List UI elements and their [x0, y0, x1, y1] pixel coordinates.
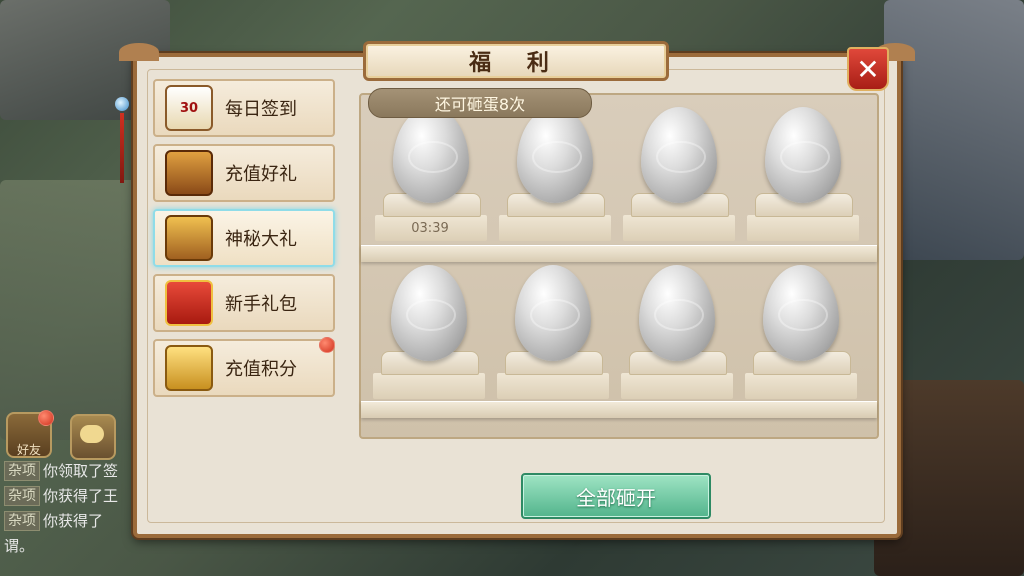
chat-tag: 杂项 [4, 510, 40, 531]
tab-recharge-points[interactable]: 充值积分 [153, 337, 335, 397]
friend-notification-dot [38, 410, 54, 426]
egg-slot[interactable] [497, 265, 609, 400]
gold-pile-icon [165, 345, 213, 391]
remaining-smashes-plate: 还可砸蛋8次 [368, 88, 592, 118]
close-icon: ✕ [856, 52, 880, 86]
welfare-panel: 福 利 ✕ 30 每日签到 充值好礼 神秘大礼 新手礼包 充值积分 03:39 … [115, 41, 915, 538]
chat-tail: 谓。 [4, 537, 35, 555]
egg-display: 03:39 [359, 93, 879, 439]
shelf-bottom [361, 401, 877, 418]
title-plate: 福 利 [363, 41, 669, 81]
egg-slot[interactable] [621, 265, 733, 400]
calendar-check-icon: 30 [165, 85, 213, 131]
tab-label: 充值积分 [225, 359, 297, 380]
silver-egg[interactable] [639, 265, 715, 361]
chat-line: 杂项 你领取了签 [4, 458, 144, 483]
chat-bubble-button[interactable] [70, 414, 116, 460]
gift-box-icon [165, 280, 213, 326]
tab-newbie-pack[interactable]: 新手礼包 [153, 274, 335, 332]
egg-slot[interactable] [747, 107, 859, 242]
silver-egg[interactable] [641, 107, 717, 203]
silver-egg[interactable] [763, 265, 839, 361]
chat-bubble-icon [80, 425, 104, 443]
tab-daily-checkin[interactable]: 30 每日签到 [153, 79, 335, 137]
reward-tabs: 30 每日签到 充值好礼 神秘大礼 新手礼包 充值积分 [153, 79, 335, 404]
corner-ornament-left [119, 43, 159, 61]
silver-egg[interactable] [393, 107, 469, 203]
chat-log: 杂项 你领取了签 杂项 你获得了王 杂项 你获得了 谓。 [4, 458, 144, 556]
silver-egg[interactable] [765, 107, 841, 203]
egg-timer: 03:39 [411, 221, 449, 236]
silver-egg[interactable] [515, 265, 591, 361]
egg-slot[interactable] [745, 265, 857, 400]
chat-text: 你获得了 [43, 512, 104, 530]
notification-dot [319, 337, 335, 353]
smash-all-label: 全部砸开 [576, 485, 656, 510]
shelf-top [361, 245, 877, 262]
chat-text: 你获得了王 [43, 487, 119, 505]
tab-label: 每日签到 [225, 99, 297, 120]
panel-title: 福 利 [469, 51, 563, 76]
egg-slot[interactable] [373, 265, 485, 400]
tab-label: 充值好礼 [225, 164, 297, 185]
tab-recharge-gift[interactable]: 充值好礼 [153, 144, 335, 202]
chat-line: 杂项 你获得了王 [4, 483, 144, 508]
chat-line: 杂项 你获得了 [4, 508, 144, 533]
silver-egg[interactable] [517, 107, 593, 203]
close-button[interactable]: ✕ [847, 47, 889, 91]
egg-slot[interactable] [623, 107, 735, 242]
tab-mystery-gift[interactable]: 神秘大礼 [153, 209, 335, 267]
treasure-chest-icon [165, 150, 213, 196]
friend-button[interactable]: 好友 [6, 410, 54, 458]
friend-label: 好友 [16, 443, 41, 457]
silver-egg[interactable] [391, 265, 467, 361]
tab-label: 神秘大礼 [225, 229, 297, 250]
egg-slot[interactable] [499, 107, 611, 242]
chat-tag: 杂项 [4, 460, 40, 481]
smash-all-button[interactable]: 全部砸开 [521, 473, 711, 519]
egg-slot[interactable]: 03:39 [375, 107, 487, 242]
background-ground [0, 180, 150, 440]
chat-tag: 杂项 [4, 485, 40, 506]
remaining-smashes-text: 还可砸蛋8次 [434, 95, 526, 114]
background-building-right [884, 0, 1024, 260]
golden-chest-icon [165, 215, 213, 261]
chat-text: 你领取了签 [43, 462, 119, 480]
tassel-ornament [115, 77, 129, 187]
tab-label: 新手礼包 [225, 294, 297, 315]
